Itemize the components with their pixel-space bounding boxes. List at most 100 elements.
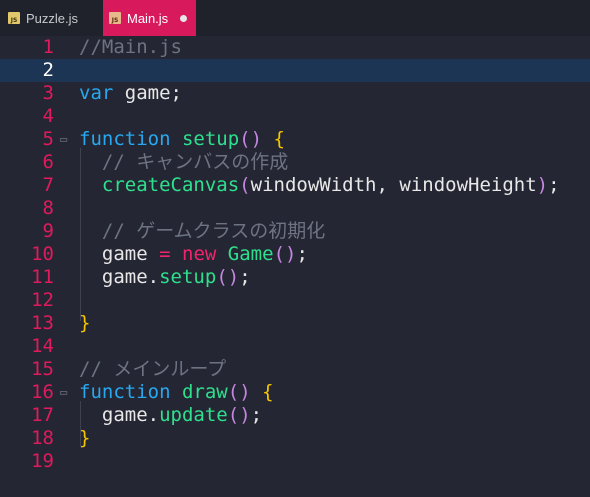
paren: ) xyxy=(285,243,297,265)
comment: // キャンバスの作成 xyxy=(79,151,289,173)
line-text[interactable]: var game; xyxy=(79,82,182,105)
punctuation: . xyxy=(147,266,160,288)
code-line[interactable]: 14 xyxy=(0,335,590,358)
code-editor[interactable]: 1 //Main.js 2 3 var game; 4 5 ▭ function… xyxy=(0,36,590,497)
fold-toggle-icon[interactable]: ▭ xyxy=(60,130,67,148)
line-number: 9 xyxy=(42,220,54,242)
code-line[interactable]: 1 //Main.js xyxy=(0,36,590,59)
code-line[interactable]: 16 ▭ function draw() { xyxy=(0,381,590,404)
paren: ( xyxy=(227,404,240,426)
paren: ( xyxy=(239,128,251,150)
line-number: 5 xyxy=(42,128,54,150)
line-text[interactable]: game = new Game(); xyxy=(79,243,308,266)
paren: ) xyxy=(239,381,251,403)
code-line[interactable]: 13 } xyxy=(0,312,590,335)
unsaved-dot-icon[interactable] xyxy=(180,14,188,22)
line-text[interactable]: // ゲームクラスの初期化 xyxy=(79,220,325,243)
code-line[interactable]: 11 game.setup(); xyxy=(0,266,590,289)
line-text[interactable]: createCanvas(windowWidth, windowHeight); xyxy=(79,174,560,197)
paren: ( xyxy=(227,381,240,403)
punctuation: , xyxy=(376,174,388,196)
code-line[interactable]: 7 createCanvas(windowWidth, windowHeight… xyxy=(0,174,590,197)
function-name: draw xyxy=(181,381,228,403)
tab-bar: JS Puzzle.js JS Main.js xyxy=(0,0,590,36)
line-text[interactable]: function setup() { xyxy=(79,128,285,151)
keyword: var xyxy=(79,82,114,104)
paren: ) xyxy=(250,128,263,150)
code-line[interactable]: 15 // メインループ xyxy=(0,358,590,381)
line-number: 11 xyxy=(31,266,54,288)
tab-puzzle-js[interactable]: JS Puzzle.js xyxy=(5,0,101,36)
punctuation: ; xyxy=(170,82,182,104)
brace: } xyxy=(79,427,91,449)
code-line[interactable]: 5 ▭ function setup() { xyxy=(0,128,590,151)
code-line[interactable]: 3 var game; xyxy=(0,82,590,105)
line-text[interactable]: } xyxy=(79,427,90,450)
paren: ( xyxy=(239,174,251,196)
line-text[interactable]: game.setup(); xyxy=(79,266,251,289)
line-number: 6 xyxy=(42,151,54,173)
brace: { xyxy=(273,128,285,150)
line-text[interactable]: // キャンバスの作成 xyxy=(79,151,288,174)
code-line[interactable]: 12 xyxy=(0,289,590,312)
code-line[interactable]: 4 xyxy=(0,105,590,128)
js-file-icon: JS xyxy=(8,12,20,24)
punctuation: ; xyxy=(296,243,308,265)
identifier: game xyxy=(101,404,148,426)
line-number: 7 xyxy=(42,174,54,196)
brace: } xyxy=(79,312,91,334)
line-text[interactable]: } xyxy=(79,312,90,335)
operator: = xyxy=(159,243,171,265)
code-line-current[interactable]: 2 xyxy=(0,59,590,82)
code-line[interactable]: 18 } xyxy=(0,427,590,450)
line-number: 16 xyxy=(31,381,54,403)
brace: { xyxy=(262,381,274,403)
code-line[interactable]: 8 xyxy=(0,197,590,220)
line-text[interactable]: game.update(); xyxy=(79,404,262,427)
line-number: 18 xyxy=(31,427,54,449)
function-name: createCanvas xyxy=(101,174,240,196)
paren: ( xyxy=(273,243,286,265)
code-line[interactable]: 9 // ゲームクラスの初期化 xyxy=(0,220,590,243)
keyword: new xyxy=(182,243,217,265)
line-number: 15 xyxy=(31,358,54,380)
identifier: game xyxy=(101,243,148,265)
paren: ( xyxy=(216,266,228,288)
punctuation: ; xyxy=(548,174,560,196)
paren: ) xyxy=(239,404,251,426)
code-line[interactable]: 17 game.update(); xyxy=(0,404,590,427)
line-text[interactable]: function draw() { xyxy=(79,381,274,404)
line-text[interactable]: // メインループ xyxy=(79,358,226,381)
code-line[interactable]: 6 // キャンバスの作成 xyxy=(0,151,590,174)
line-number: 12 xyxy=(31,289,54,311)
line-number: 4 xyxy=(42,105,54,127)
function-name: setup xyxy=(181,128,240,150)
line-number: 13 xyxy=(31,312,54,334)
code-line[interactable]: 10 game = new Game(); xyxy=(0,243,590,266)
line-number: 8 xyxy=(42,197,54,219)
line-number: 1 xyxy=(42,36,54,58)
keyword: function xyxy=(79,381,171,403)
paren: ) xyxy=(536,174,549,196)
code-line[interactable]: 19 xyxy=(0,450,590,473)
tab-main-js[interactable]: JS Main.js xyxy=(103,0,196,36)
line-number: 3 xyxy=(42,82,54,104)
line-text[interactable]: //Main.js xyxy=(79,36,182,59)
function-name: update xyxy=(159,404,228,426)
identifier: windowHeight xyxy=(399,174,537,196)
identifier: game xyxy=(124,82,171,104)
function-name: setup xyxy=(159,266,217,288)
fold-toggle-icon[interactable]: ▭ xyxy=(60,383,67,401)
line-number: 2 xyxy=(42,59,54,81)
